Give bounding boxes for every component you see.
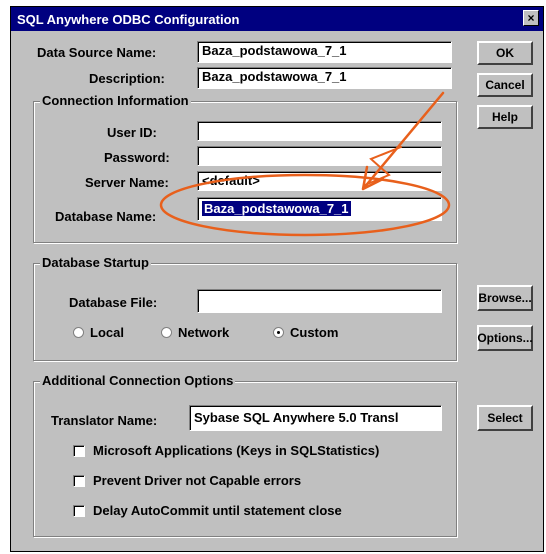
odbc-config-dialog: SQL Anywhere ODBC Configuration × Data S… [10,6,544,552]
annotation-arrow [361,91,445,191]
annotation-overlay [159,91,451,237]
annotation-ellipse [159,173,451,237]
